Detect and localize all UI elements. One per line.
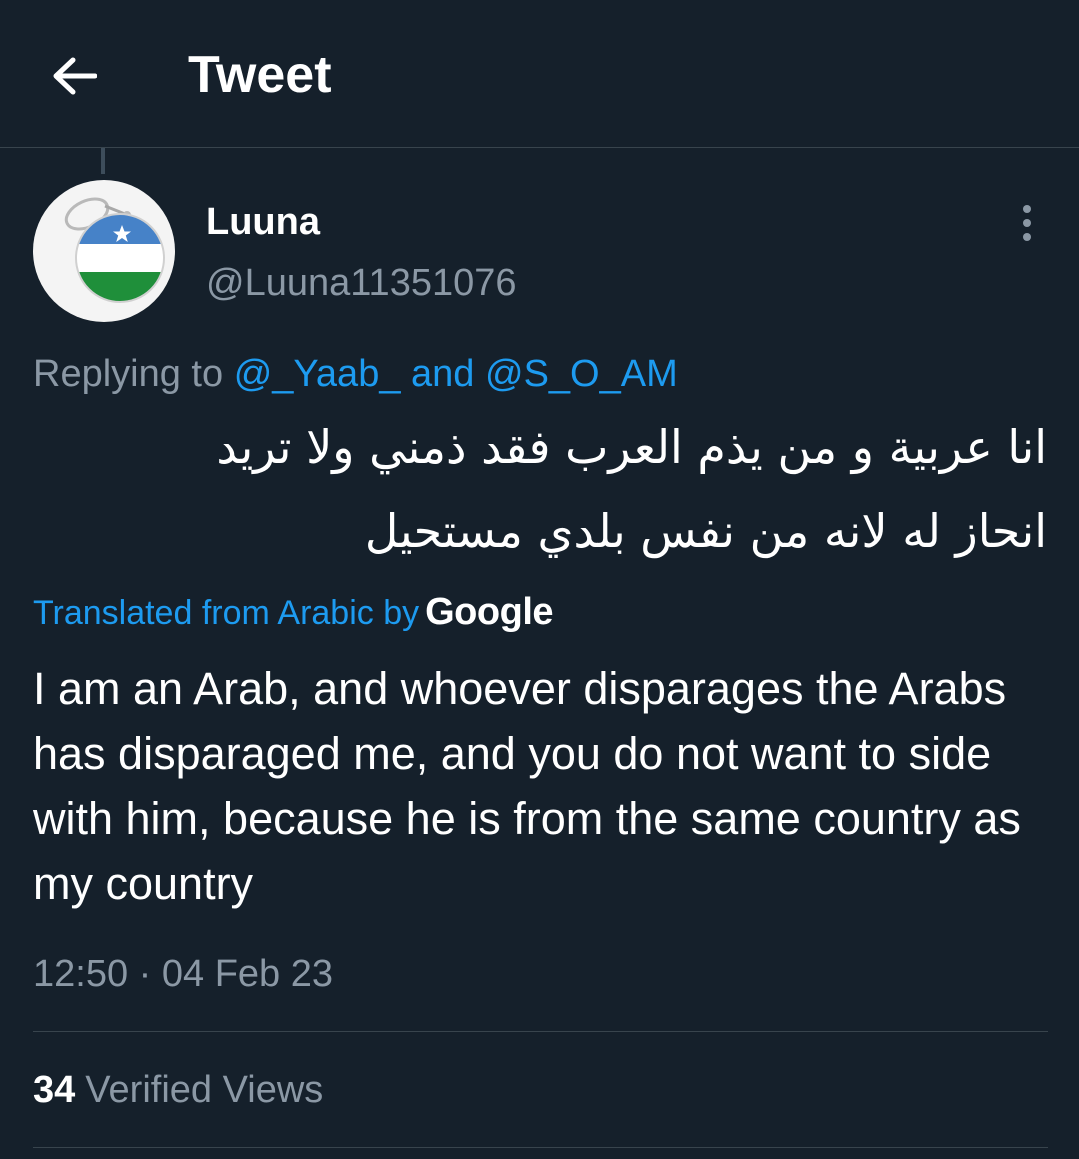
tweet-time: 12:50 [33,953,129,995]
page-title: Tweet [188,46,332,104]
tweet-timestamp[interactable]: 12:50 · 04 Feb 23 [33,950,333,998]
views-count[interactable]: 34 Verified Views [33,1066,323,1114]
tweet-original-text: انا عربية و من يذم العرب فقد ذمني ولا تر… [216,420,1047,558]
thread-connector-line [101,148,105,174]
replying-to: Replying to @_Yaab_ and @S_O_AM [33,350,678,398]
translation-attribution: Translated from Arabic by Google [33,588,554,637]
divider-bottom [33,1147,1048,1148]
arrow-left-icon [53,57,97,95]
more-options-button[interactable] [1002,198,1052,248]
translation-label: Translated from Arabic by [33,594,420,632]
divider [33,1031,1048,1032]
top-bar: Tweet [0,0,1079,148]
reply-conjunction[interactable]: and [411,353,474,395]
google-logo: Google [425,591,554,633]
flag-keychain-avatar [33,180,175,322]
views-number: 34 [33,1069,76,1111]
author-display-name[interactable]: Luuna [206,198,320,246]
reply-mention-soam[interactable]: @S_O_AM [485,353,678,395]
replying-to-prefix: Replying to [33,353,224,395]
tweet-date: 04 Feb 23 [161,953,334,995]
author-handle[interactable]: @Luuna11351076 [206,258,517,308]
avatar[interactable] [33,180,175,322]
back-button[interactable] [44,46,104,106]
tweet-translated-text: I am an Arab, and whoever disparages the… [33,663,1021,909]
timestamp-separator: · [138,953,152,995]
more-vertical-icon [1023,205,1031,241]
reply-mention-yaab[interactable]: @_Yaab_ [234,353,401,395]
views-label: Verified Views [85,1069,324,1111]
